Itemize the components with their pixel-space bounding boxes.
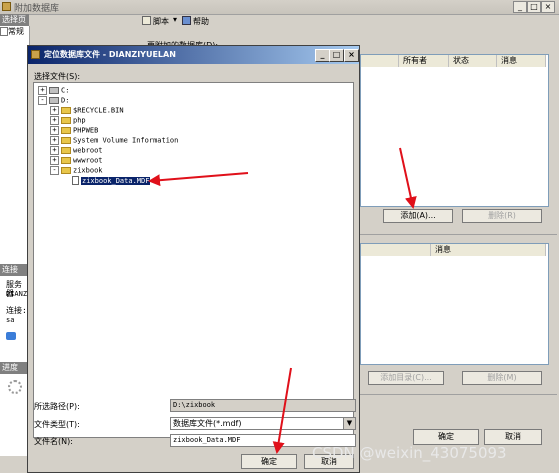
arrow-to-mdf-file <box>148 172 249 187</box>
arrow-to-add-button <box>399 147 417 209</box>
arrow-to-ok-button <box>272 367 292 454</box>
annotation-arrows <box>148 147 417 454</box>
watermark: CSDN @weixin_43075093 <box>312 444 507 462</box>
